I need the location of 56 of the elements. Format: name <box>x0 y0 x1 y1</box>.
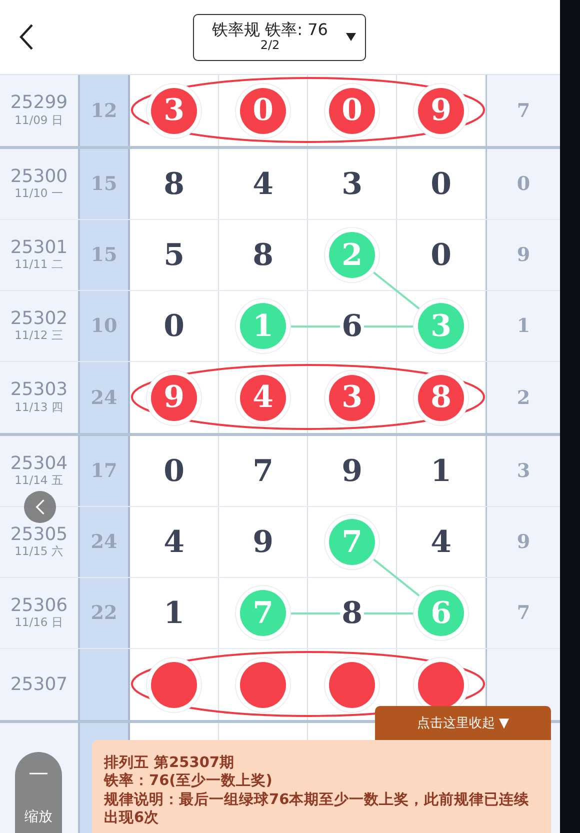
period-number: 25302 <box>10 308 68 328</box>
draw-date: 11/11 二 <box>14 257 64 272</box>
period-number: 25301 <box>10 238 68 258</box>
info-text: 排列五 第25307期 <box>104 754 236 772</box>
period-number: 25307 <box>10 674 68 694</box>
sum-value: 15 <box>90 173 118 195</box>
info-text: 铁率：76(至少一数上奖) <box>104 772 274 791</box>
span-value: 2 <box>516 386 530 408</box>
marked-ball: 3 <box>418 303 464 349</box>
period-number: 25303 <box>10 380 68 400</box>
winning-ball: 3 <box>329 374 375 420</box>
span-value: 7 <box>516 100 530 122</box>
back-icon[interactable] <box>18 23 34 51</box>
draw-date: 11/12 三 <box>14 328 64 344</box>
marked-ball: 7 <box>329 519 375 565</box>
period-number: 25306 <box>10 596 68 616</box>
rule-dropdown[interactable]: 铁率规 铁率: 76 2/2 <box>193 14 366 60</box>
sum-value: 17 <box>90 460 118 482</box>
marked-ball: 2 <box>329 232 375 278</box>
draw-date: 11/09 日 <box>14 112 64 128</box>
period-number: 25304 <box>10 454 68 474</box>
span-value: 3 <box>516 460 530 482</box>
span-value: 0 <box>516 173 530 195</box>
winning-ball: 9 <box>151 374 197 420</box>
info-text: 规律说明：最后一组绿球76本期至少一数上奖，此前规律已连续出现6次 <box>104 790 530 828</box>
span-value: 1 <box>516 315 530 337</box>
winning-ball: 4 <box>240 374 286 420</box>
draw-date: 11/13 四 <box>14 400 64 415</box>
marked-ball: 6 <box>418 590 464 636</box>
back-icon <box>35 499 45 515</box>
winning-ball: 9 <box>418 88 464 134</box>
sum-value: 15 <box>90 244 118 266</box>
draw-date: 11/10 一 <box>14 186 64 202</box>
sum-value: 24 <box>90 386 118 408</box>
sum-value: 24 <box>90 531 118 553</box>
zoom-button[interactable]: — 缩放 <box>15 752 62 833</box>
winning-ball: 8 <box>418 374 464 420</box>
span-value: 7 <box>516 602 530 624</box>
sum-value: 12 <box>90 100 118 122</box>
period-number: 25299 <box>10 93 68 113</box>
sum-value: 22 <box>90 602 118 624</box>
collapse-button[interactable]: 点击这里收起 ▼ <box>375 706 551 740</box>
draw-date: 11/16 日 <box>14 615 64 630</box>
draw-date: 11/14 五 <box>14 473 64 488</box>
winning-ball: 0 <box>240 88 286 134</box>
caret-icon <box>346 33 356 41</box>
span-value: 9 <box>516 244 530 266</box>
period-number: 25305 <box>10 524 68 544</box>
period-number: 25300 <box>10 166 68 186</box>
winning-ball: 3 <box>151 88 197 134</box>
sum-value: 10 <box>90 315 118 337</box>
marked-ball: 1 <box>240 303 286 349</box>
span-value: 9 <box>516 531 530 553</box>
marked-ball: 7 <box>240 590 286 636</box>
draw-date: 11/15 六 <box>14 544 64 560</box>
winning-ball: 0 <box>329 88 375 134</box>
